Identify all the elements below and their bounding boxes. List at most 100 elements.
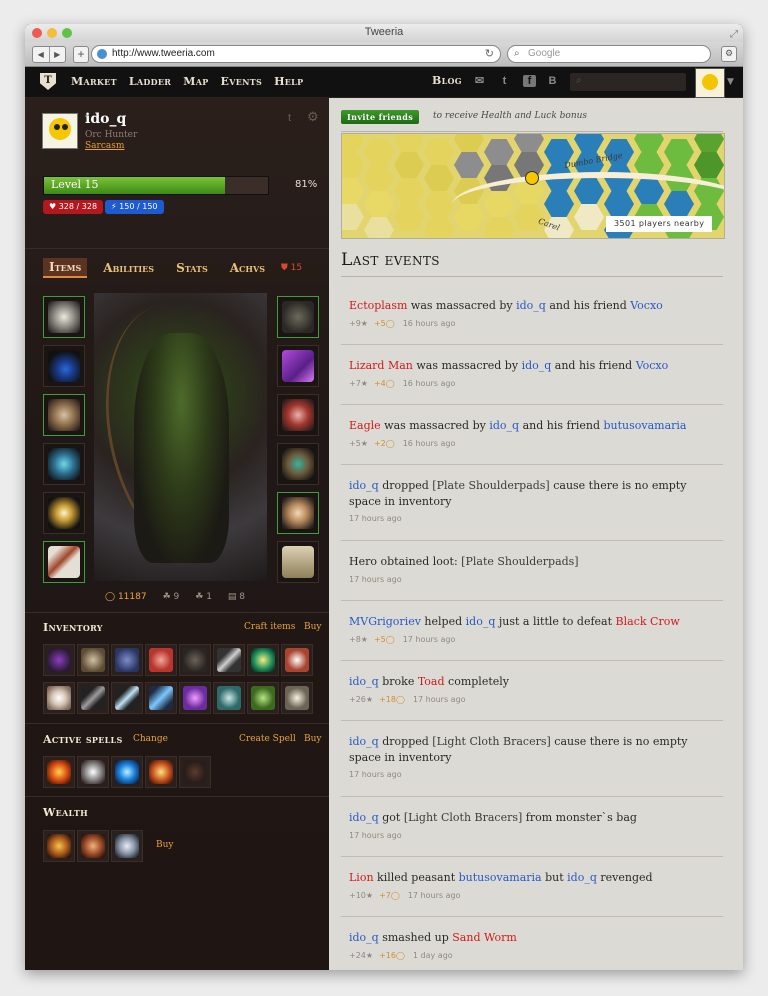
world-map[interactable]: Dumbo Bridge Carel 3501 players nearby bbox=[341, 133, 725, 239]
fullscreen-icon[interactable]: ⤢ bbox=[730, 26, 738, 43]
wealth-slot[interactable] bbox=[77, 830, 109, 862]
invite-friends-button[interactable]: Invite friends bbox=[341, 110, 420, 124]
wealth-buy-link[interactable]: Buy bbox=[156, 840, 174, 850]
tweeria-logo[interactable]: T bbox=[40, 73, 56, 90]
event-entity-link[interactable]: butusovamaria bbox=[459, 871, 542, 884]
event-entity-link[interactable]: Toad bbox=[418, 675, 445, 688]
reload-icon[interactable]: ↻ bbox=[485, 46, 494, 62]
tab-stats[interactable]: Stats bbox=[170, 259, 214, 277]
event-entity-link[interactable]: ido_q bbox=[349, 479, 379, 492]
spell-slot[interactable] bbox=[145, 756, 177, 788]
add-bookmark-button[interactable]: + bbox=[73, 46, 89, 63]
equip-slot-neck[interactable] bbox=[43, 345, 85, 387]
event-entity-link[interactable]: ido_q bbox=[349, 735, 379, 748]
nav-events[interactable]: Events bbox=[221, 75, 263, 88]
event-entity-link[interactable]: Lion bbox=[349, 871, 374, 884]
minimize-icon[interactable] bbox=[47, 28, 57, 38]
equip-slot-legs[interactable] bbox=[277, 394, 319, 436]
event-entity-link[interactable]: MVGrigoriev bbox=[349, 615, 421, 628]
event-entity-link[interactable]: Sand Worm bbox=[452, 931, 517, 944]
wealth-slot[interactable] bbox=[43, 830, 75, 862]
gear-icon[interactable]: ⚙ bbox=[307, 110, 319, 125]
inventory-slot[interactable] bbox=[247, 644, 279, 676]
inventory-slot[interactable] bbox=[213, 682, 245, 714]
inventory-slot[interactable] bbox=[43, 644, 75, 676]
mail-icon[interactable]: ✉ bbox=[473, 75, 486, 87]
event-entity-link[interactable]: ido_q bbox=[516, 299, 546, 312]
event-entity-link[interactable]: Black Crow bbox=[616, 615, 680, 628]
event-entity-link[interactable]: ido_q bbox=[522, 359, 552, 372]
player-marker-icon[interactable] bbox=[525, 171, 539, 185]
equip-slot-belt[interactable] bbox=[277, 443, 319, 485]
inventory-slot[interactable] bbox=[145, 644, 177, 676]
facebook-icon[interactable]: f bbox=[523, 75, 536, 87]
forward-icon[interactable]: ▶ bbox=[50, 47, 66, 62]
nav-ladder[interactable]: Ladder bbox=[129, 75, 171, 88]
event-entity-link[interactable]: Lizard Man bbox=[349, 359, 413, 372]
nav-blog[interactable]: Blog bbox=[432, 74, 462, 87]
event-entity-link[interactable]: ido_q bbox=[349, 931, 379, 944]
event-entity-link[interactable]: [Light Cloth Bracers] bbox=[432, 735, 550, 748]
browser-settings-button[interactable]: ⚙ bbox=[721, 46, 737, 62]
inventory-slot[interactable] bbox=[43, 682, 75, 714]
tab-achvs[interactable]: Achvs bbox=[224, 259, 271, 277]
inventory-slot[interactable] bbox=[281, 644, 313, 676]
b-icon[interactable]: B bbox=[546, 75, 559, 87]
event-entity-link[interactable]: ido_q bbox=[567, 871, 597, 884]
spell-slot[interactable] bbox=[179, 756, 211, 788]
inventory-slot[interactable] bbox=[145, 682, 177, 714]
spell-slot[interactable] bbox=[111, 756, 143, 788]
event-entity-link[interactable]: Ectoplasm bbox=[349, 299, 407, 312]
inventory-slot[interactable] bbox=[179, 644, 211, 676]
event-entity-link[interactable]: [Plate Shoulderpads] bbox=[461, 555, 578, 568]
event-entity-link[interactable]: [Light Cloth Bracers] bbox=[404, 811, 522, 824]
nav-market[interactable]: Market bbox=[71, 75, 117, 88]
back-icon[interactable]: ◀ bbox=[33, 47, 50, 62]
event-entity-link[interactable]: Vocxo bbox=[630, 299, 663, 312]
event-entity-link[interactable]: ido_q bbox=[489, 419, 519, 432]
inventory-slot[interactable] bbox=[111, 682, 143, 714]
username[interactable]: ido_q bbox=[85, 111, 126, 127]
equip-slot-ring[interactable] bbox=[43, 492, 85, 534]
close-icon[interactable] bbox=[32, 28, 42, 38]
inventory-slot[interactable] bbox=[213, 644, 245, 676]
equip-slot-bracers[interactable] bbox=[277, 345, 319, 387]
equip-slot-gloves[interactable] bbox=[277, 296, 319, 338]
spell-slot[interactable] bbox=[77, 756, 109, 788]
equip-slot-weapon[interactable] bbox=[43, 541, 85, 583]
equip-slot-chest[interactable] bbox=[43, 443, 85, 485]
equip-slot-boots[interactable] bbox=[277, 541, 319, 583]
event-entity-link[interactable]: Vocxo bbox=[636, 359, 669, 372]
event-entity-link[interactable]: ido_q bbox=[349, 675, 379, 688]
change-spells-link[interactable]: Change bbox=[133, 734, 168, 744]
avatar[interactable] bbox=[42, 113, 78, 149]
event-entity-link[interactable]: butusovamaria bbox=[603, 419, 686, 432]
event-entity-link[interactable]: ido_q bbox=[466, 615, 496, 628]
event-entity-link[interactable]: [Plate Shoulderpads] bbox=[432, 479, 549, 492]
inventory-slot[interactable] bbox=[77, 682, 109, 714]
equip-slot-head[interactable] bbox=[43, 296, 85, 338]
tab-items[interactable]: Items bbox=[43, 258, 88, 278]
create-spell-link[interactable]: Create Spell bbox=[239, 734, 296, 744]
equip-slot-shoulders[interactable] bbox=[43, 394, 85, 436]
craft-items-link[interactable]: Craft items bbox=[244, 622, 295, 632]
user-avatar-button[interactable] bbox=[695, 68, 725, 98]
wealth-slot[interactable] bbox=[111, 830, 143, 862]
browser-search-input[interactable]: ⌕ Google bbox=[507, 45, 711, 63]
tab-abilities[interactable]: Abilities bbox=[97, 259, 160, 277]
address-bar[interactable]: http://www.tweeria.com ↻ bbox=[91, 45, 501, 63]
spells-buy-link[interactable]: Buy bbox=[304, 734, 322, 744]
twitter-icon[interactable]: t bbox=[288, 112, 291, 124]
equip-slot-fist[interactable] bbox=[277, 492, 319, 534]
nav-map[interactable]: Map bbox=[183, 75, 208, 88]
twitter-icon[interactable]: t bbox=[498, 75, 511, 87]
inventory-slot[interactable] bbox=[247, 682, 279, 714]
event-entity-link[interactable]: Eagle bbox=[349, 419, 381, 432]
inventory-slot[interactable] bbox=[77, 644, 109, 676]
event-entity-link[interactable]: ido_q bbox=[349, 811, 379, 824]
zoom-icon[interactable] bbox=[62, 28, 72, 38]
chevron-down-icon[interactable]: ▼ bbox=[727, 77, 734, 87]
inventory-slot[interactable] bbox=[111, 644, 143, 676]
inventory-slot[interactable] bbox=[179, 682, 211, 714]
spell-slot[interactable] bbox=[43, 756, 75, 788]
